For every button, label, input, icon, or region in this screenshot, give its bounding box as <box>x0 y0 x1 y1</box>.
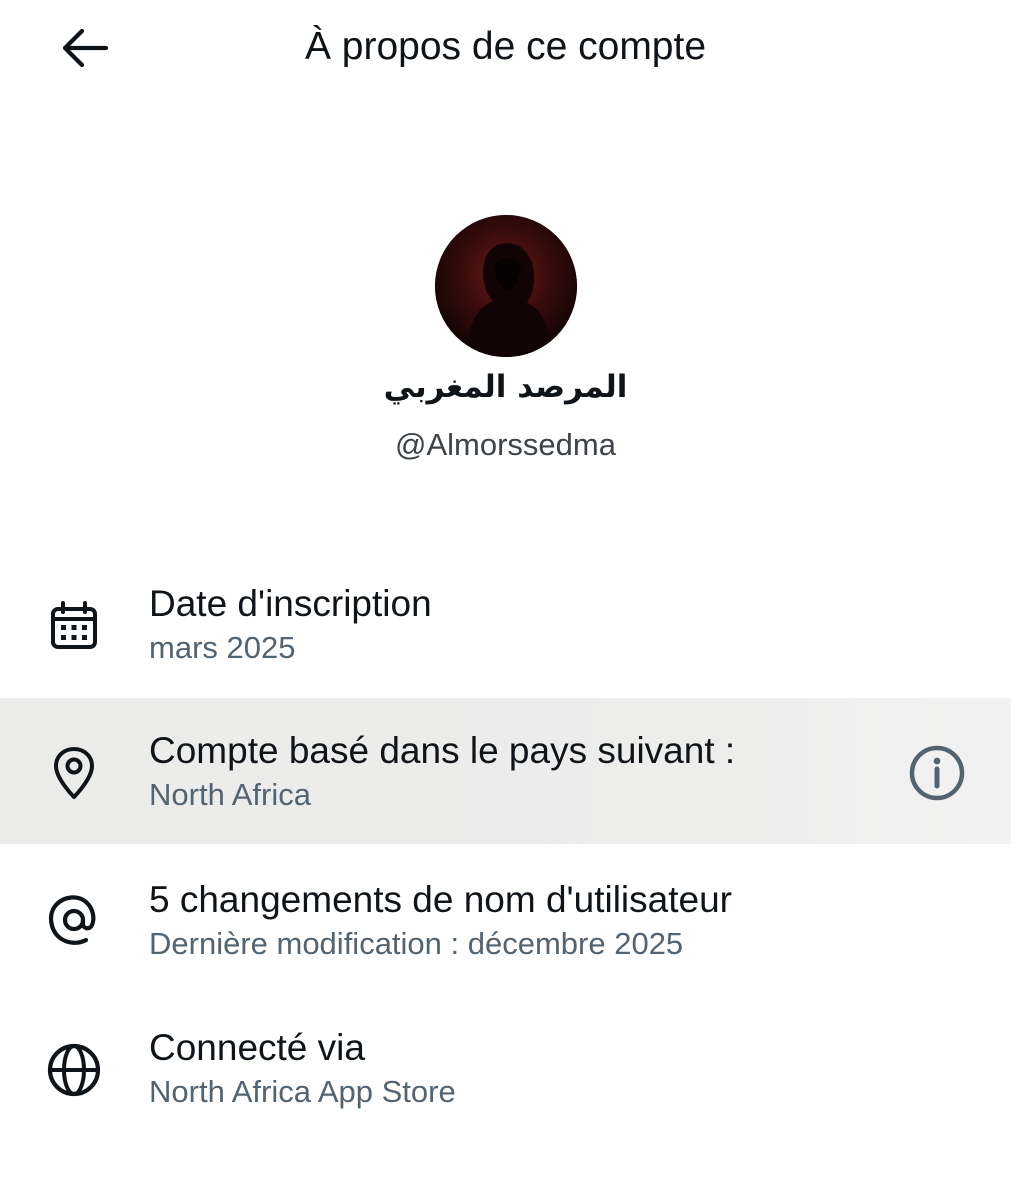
row-account-country[interactable]: Compte basé dans le pays suivant : North… <box>0 698 1011 844</box>
about-account-page: À propos de ce compte المرصد المغربي @Al… <box>0 0 1011 1200</box>
row-value: North Africa <box>149 777 311 812</box>
row-value: North Africa App Store <box>149 1074 456 1109</box>
display-name: المرصد المغربي <box>383 369 628 405</box>
row-label: Connecté via <box>149 1027 365 1068</box>
info-icon <box>909 745 965 801</box>
avatar[interactable] <box>435 215 577 357</box>
page-title: À propos de ce compte <box>304 25 707 68</box>
header: À propos de ce compte <box>0 0 1011 96</box>
at-sign-icon <box>42 888 106 952</box>
row-value: mars 2025 <box>149 630 296 665</box>
row-label: 5 changements de nom d'utilisateur <box>149 879 732 920</box>
row-join-date: Date d'inscription mars 2025 <box>0 552 1011 698</box>
info-button[interactable] <box>905 741 969 805</box>
globe-icon <box>42 1038 106 1102</box>
row-label: Compte basé dans le pays suivant : <box>149 730 736 771</box>
calendar-icon <box>42 594 106 658</box>
user-handle: @Almorssedma <box>395 427 616 462</box>
location-pin-icon <box>42 741 106 805</box>
row-username-changes: 5 changements de nom d'utilisateur Derni… <box>0 846 1011 992</box>
row-label: Date d'inscription <box>149 583 432 624</box>
avatar-image <box>435 215 577 357</box>
row-connected-via: Connecté via North Africa App Store <box>0 994 1011 1140</box>
row-value: Dernière modification : décembre 2025 <box>149 926 684 961</box>
